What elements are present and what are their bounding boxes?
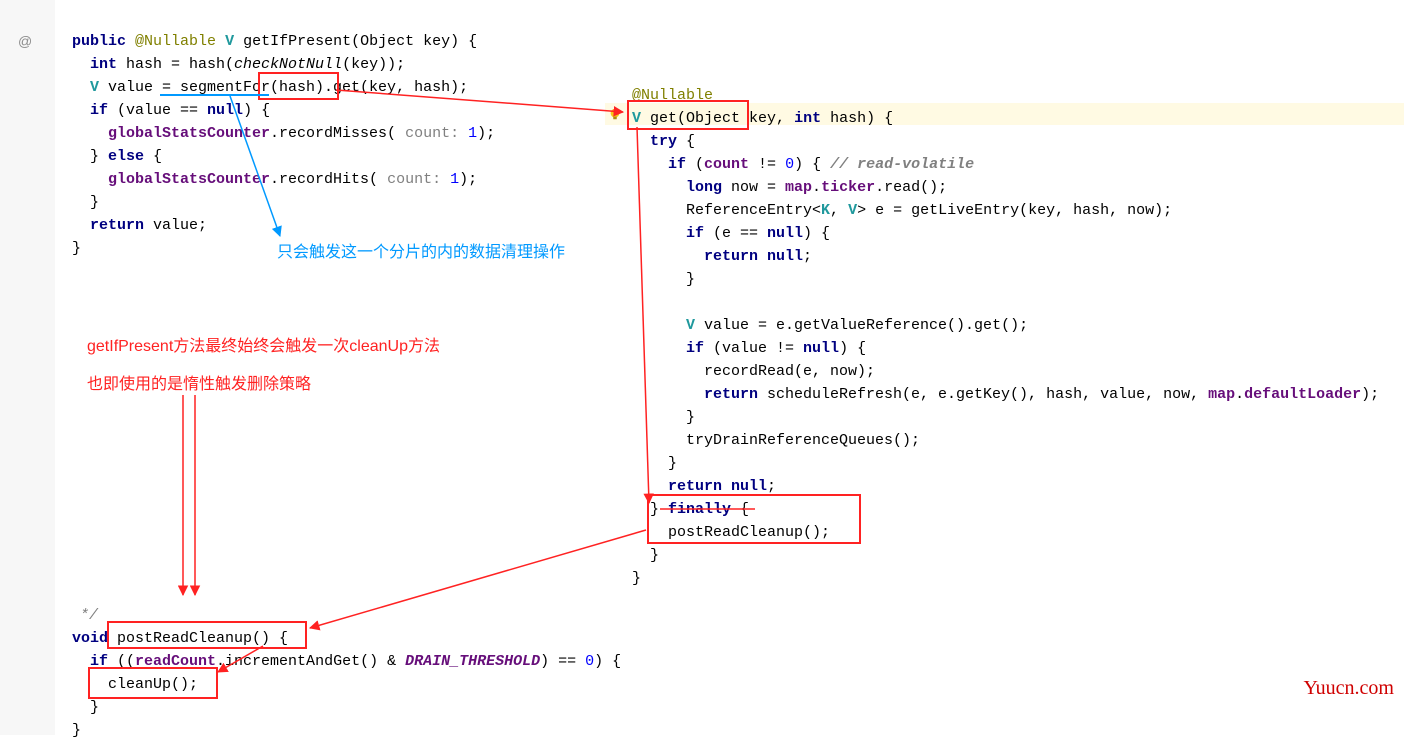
- code-line: long now = map.ticker.read();: [686, 176, 947, 199]
- code-line: */: [80, 604, 98, 627]
- code-line: }: [90, 696, 99, 719]
- code-line: V value = segmentFor(hash).get(key, hash…: [90, 76, 468, 99]
- code-line: }: [686, 268, 695, 291]
- annotation-red-2: 也即使用的是惰性触发删除策略: [87, 373, 311, 396]
- code-line: } finally {: [650, 498, 749, 521]
- code-line: cleanUp();: [108, 673, 198, 696]
- code-line: int hash = hash(checkNotNull(key));: [90, 53, 405, 76]
- code-line: }: [72, 237, 81, 260]
- code-line: public @Nullable V getIfPresent(Object k…: [72, 30, 477, 53]
- code-line: recordRead(e, now);: [704, 360, 875, 383]
- annotation-blue: 只会触发这一个分片的内的数据清理操作: [277, 241, 565, 264]
- annotation-red-1: getIfPresent方法最终始终会触发一次cleanUp方法: [87, 335, 440, 358]
- code-line: @Nullable: [632, 84, 713, 107]
- code-line: }: [90, 191, 99, 214]
- blue-underline: [160, 94, 269, 96]
- code-line: if ((readCount.incrementAndGet() & DRAIN…: [90, 650, 621, 673]
- code-line: }: [668, 452, 677, 475]
- code-line: if (value == null) {: [90, 99, 270, 122]
- code-line: V get(Object key, int hash) {: [632, 107, 893, 130]
- code-line: globalStatsCounter.recordMisses( count: …: [108, 122, 495, 145]
- code-line: tryDrainReferenceQueues();: [686, 429, 920, 452]
- code-line: postReadCleanup();: [668, 521, 830, 544]
- code-line: V value = e.getValueReference().get();: [686, 314, 1028, 337]
- code-line: return scheduleRefresh(e, e.getKey(), ha…: [704, 383, 1379, 406]
- code-line: if (value != null) {: [686, 337, 866, 360]
- gutter: [0, 0, 55, 735]
- watermark: Yuucn.com: [1303, 677, 1394, 700]
- code-line: if (count != 0) { // read-volatile: [668, 153, 974, 176]
- code-line: if (e == null) {: [686, 222, 830, 245]
- code-line: try {: [650, 130, 695, 153]
- code-line: }: [72, 719, 81, 742]
- code-line: return null;: [704, 245, 812, 268]
- code-line: }: [650, 544, 659, 567]
- code-line: }: [632, 567, 641, 590]
- code-line: globalStatsCounter.recordHits( count: 1)…: [108, 168, 477, 191]
- code-line: void postReadCleanup() {: [72, 627, 288, 650]
- code-line: } else {: [90, 145, 162, 168]
- gutter-at-sign: @: [18, 30, 32, 53]
- code-line: return value;: [90, 214, 207, 237]
- code-line: return null;: [668, 475, 776, 498]
- code-line: }: [686, 406, 695, 429]
- code-line: ReferenceEntry<K, V> e = getLiveEntry(ke…: [686, 199, 1172, 222]
- lightbulb-icon[interactable]: [608, 107, 622, 121]
